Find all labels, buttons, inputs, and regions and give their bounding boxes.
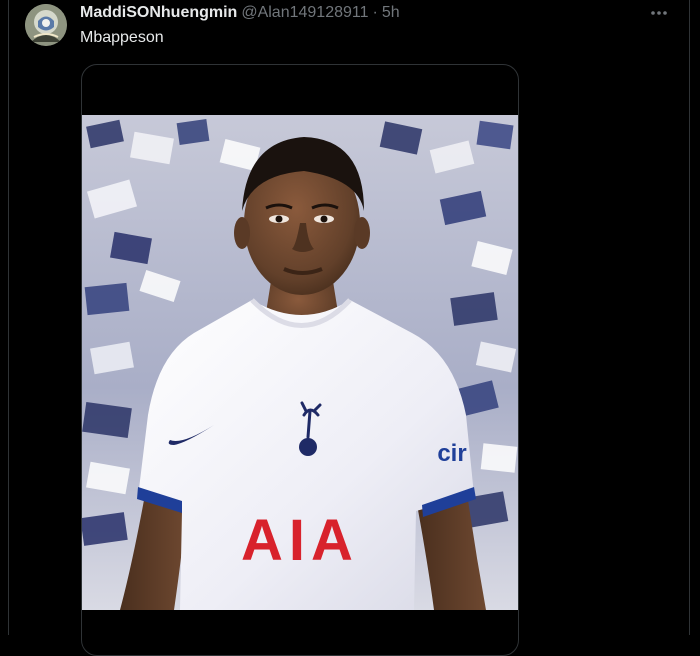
author-name[interactable]: MaddiSONhuengmin [80, 4, 237, 22]
sleeve-sponsor-text: cir [437, 440, 466, 467]
tweet-photo[interactable]: AIA cir [82, 115, 518, 610]
jersey-sponsor-text: AIA [241, 508, 359, 573]
more-horizontal-icon [651, 11, 667, 15]
author-handle[interactable]: @Alan149128911 [241, 4, 368, 22]
more-options-button[interactable] [645, 2, 673, 24]
timeline-border-right [689, 0, 690, 635]
avatar[interactable] [25, 4, 67, 46]
media-container[interactable]: AIA cir [81, 64, 519, 656]
timestamp[interactable]: 5h [382, 4, 400, 22]
tweet[interactable]: MaddiSONhuengmin @Alan149128911 · 5h Mba… [9, 0, 689, 656]
tweet-text: Mbappeson [80, 29, 164, 46]
tweet-header: MaddiSONhuengmin @Alan149128911 · 5h [80, 4, 400, 24]
separator-dot: · [372, 4, 378, 21]
